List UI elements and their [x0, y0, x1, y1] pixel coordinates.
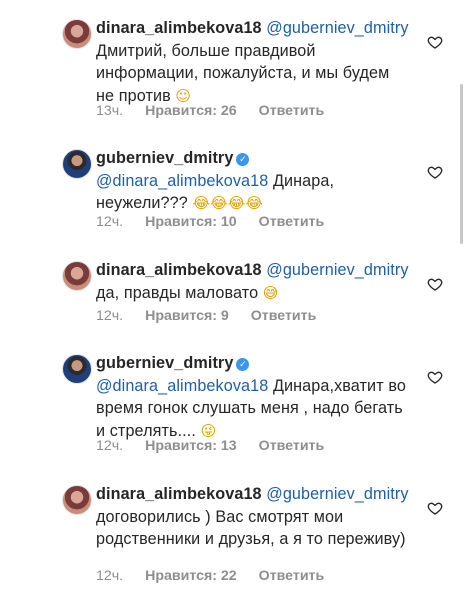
comment-username[interactable]: dinara_alimbekova18: [96, 261, 262, 279]
avatar[interactable]: [62, 19, 92, 49]
comment-username[interactable]: guberniev_dmitry: [96, 149, 233, 167]
comment-mention[interactable]: @guberniev_dmitry: [266, 261, 408, 279]
comment-username[interactable]: guberniev_dmitry: [96, 354, 233, 372]
comment-mention[interactable]: @guberniev_dmitry: [266, 19, 408, 37]
comment-emoji: 😅: [262, 283, 279, 302]
comment-time: 12ч.: [96, 308, 124, 324]
avatar[interactable]: [62, 261, 92, 291]
comment-body: guberniev_dmitry ✓ @dinara_alimbekova18 Д…: [96, 352, 412, 442]
heart-outline-icon[interactable]: [427, 369, 443, 385]
comment-body: dinara_alimbekova18 @guberniev_dmitry до…: [96, 483, 412, 551]
comment-time: 12ч.: [96, 568, 124, 584]
verified-badge-icon: ✓: [236, 358, 250, 371]
comment-likes-count[interactable]: Нравится: 26: [145, 103, 237, 119]
comment-likes-count[interactable]: Нравится: 22: [145, 568, 237, 584]
reply-button[interactable]: Ответить: [259, 103, 325, 119]
comment-text: договорились ) Вас смотрят мои родственн…: [96, 507, 406, 549]
comment-meta: 12ч. Нравится: 13 Ответить: [96, 438, 342, 454]
comment-meta: 12ч. Нравится: 9 Ответить: [96, 308, 334, 324]
comment-time: 13ч.: [96, 103, 124, 119]
comment-body: dinara_alimbekova18 @guberniev_dmitry Дм…: [96, 17, 412, 107]
comment-body: guberniev_dmitry ✓ @dinara_alimbekova18 Д…: [96, 147, 412, 215]
comment-text: Дмитрий, больше правдивой информации, по…: [96, 41, 390, 105]
heart-outline-icon[interactable]: [427, 500, 443, 516]
heart-outline-icon[interactable]: [427, 34, 443, 50]
avatar[interactable]: [62, 485, 92, 515]
comment-time: 12ч.: [96, 214, 124, 230]
comment-username[interactable]: dinara_alimbekova18: [96, 485, 262, 503]
avatar[interactable]: [62, 149, 92, 179]
comment-emoji: 😂😂😂😂: [192, 194, 263, 212]
comment-username[interactable]: dinara_alimbekova18: [96, 19, 262, 37]
comment-body: dinara_alimbekova18 @guberniev_dmitry да…: [96, 259, 412, 304]
comment-likes-count[interactable]: Нравится: 10: [145, 214, 237, 230]
comment-meta: 12ч. Нравится: 10 Ответить: [96, 214, 342, 230]
comment-mention[interactable]: @dinara_alimbekova18: [96, 172, 268, 190]
comment-mention[interactable]: @dinara_alimbekova18: [96, 377, 268, 395]
scrollbar[interactable]: [460, 84, 463, 244]
reply-button[interactable]: Ответить: [259, 438, 325, 454]
reply-button[interactable]: Ответить: [259, 214, 325, 230]
avatar[interactable]: [62, 354, 92, 384]
verified-badge-icon: ✓: [236, 153, 250, 166]
comment-time: 12ч.: [96, 438, 124, 454]
comment-meta: 12ч. Нравится: 22 Ответить: [96, 568, 342, 584]
reply-button[interactable]: Ответить: [259, 568, 325, 584]
comment-mention[interactable]: @guberniev_dmitry: [266, 485, 408, 503]
comment-likes-count[interactable]: Нравится: 13: [145, 438, 237, 454]
reply-button[interactable]: Ответить: [251, 308, 317, 324]
comment-meta: 13ч. Нравится: 26 Ответить: [96, 103, 342, 119]
comment-text: да, правды маловато: [96, 283, 259, 302]
comment-likes-count[interactable]: Нравится: 9: [145, 308, 229, 324]
heart-outline-icon[interactable]: [427, 276, 443, 292]
heart-outline-icon[interactable]: [427, 164, 443, 180]
